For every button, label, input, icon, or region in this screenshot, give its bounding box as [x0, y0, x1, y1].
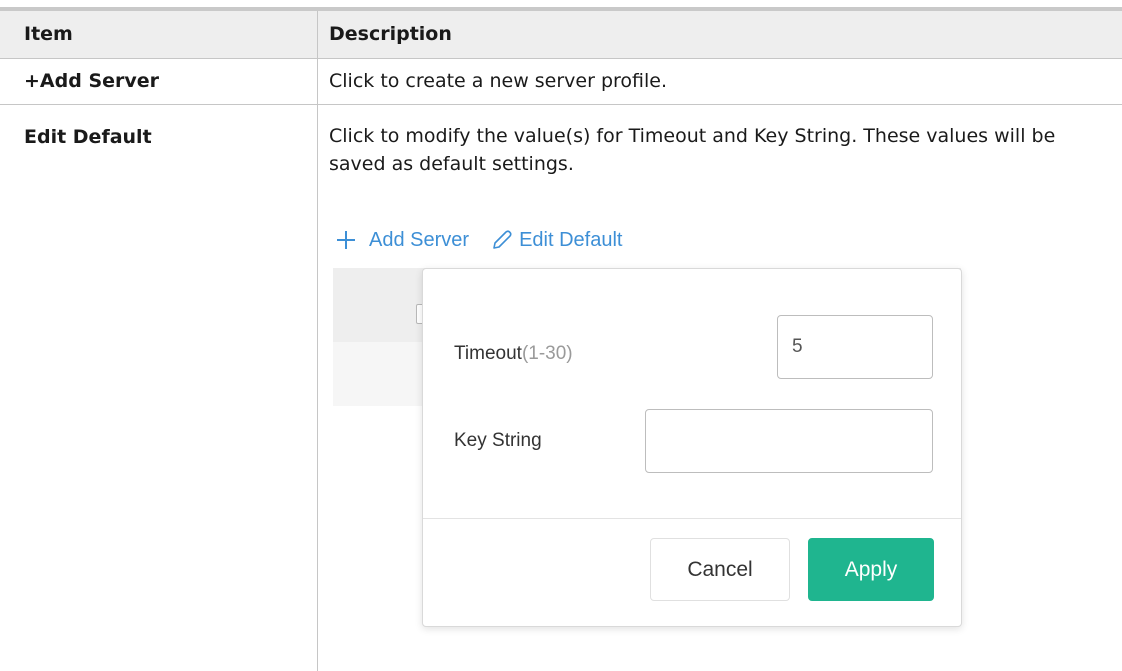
plus-icon	[333, 227, 359, 253]
edit-default-popover: Timeout(1-30) Key String Cancel Apply	[422, 268, 962, 627]
key-string-input[interactable]	[645, 409, 933, 473]
timeout-label-text: Timeout	[454, 343, 522, 364]
edit-default-label: Edit Default	[519, 228, 623, 251]
timeout-range: (1-30)	[521, 343, 573, 364]
header-description: Description	[329, 23, 452, 45]
apply-button[interactable]: Apply	[808, 538, 934, 601]
pencil-icon	[489, 227, 515, 253]
edit-default-button[interactable]: Edit Default	[489, 227, 622, 253]
timeout-label: Timeout(1-30)	[454, 343, 573, 365]
table-header-row	[0, 11, 1122, 58]
popover-divider	[423, 518, 961, 519]
key-string-label: Key String	[454, 430, 542, 451]
header-item: Item	[24, 23, 73, 45]
row-add-server-description: Click to create a new server profile.	[329, 70, 668, 92]
row-divider	[0, 104, 1122, 105]
row-edit-default-item: Edit Default	[24, 126, 152, 148]
header-divider	[0, 58, 1122, 59]
timeout-input[interactable]	[777, 315, 933, 379]
cancel-button[interactable]: Cancel	[650, 538, 790, 601]
add-server-label: Add Server	[369, 228, 470, 251]
column-divider	[317, 11, 318, 671]
row-add-server-item: +Add Server	[24, 70, 160, 92]
example-toolbar: Add Server Edit Default	[333, 224, 622, 256]
add-server-button[interactable]: Add Server	[333, 227, 469, 253]
row-edit-default-description: Click to modify the value(s) for Timeout…	[329, 125, 1056, 175]
